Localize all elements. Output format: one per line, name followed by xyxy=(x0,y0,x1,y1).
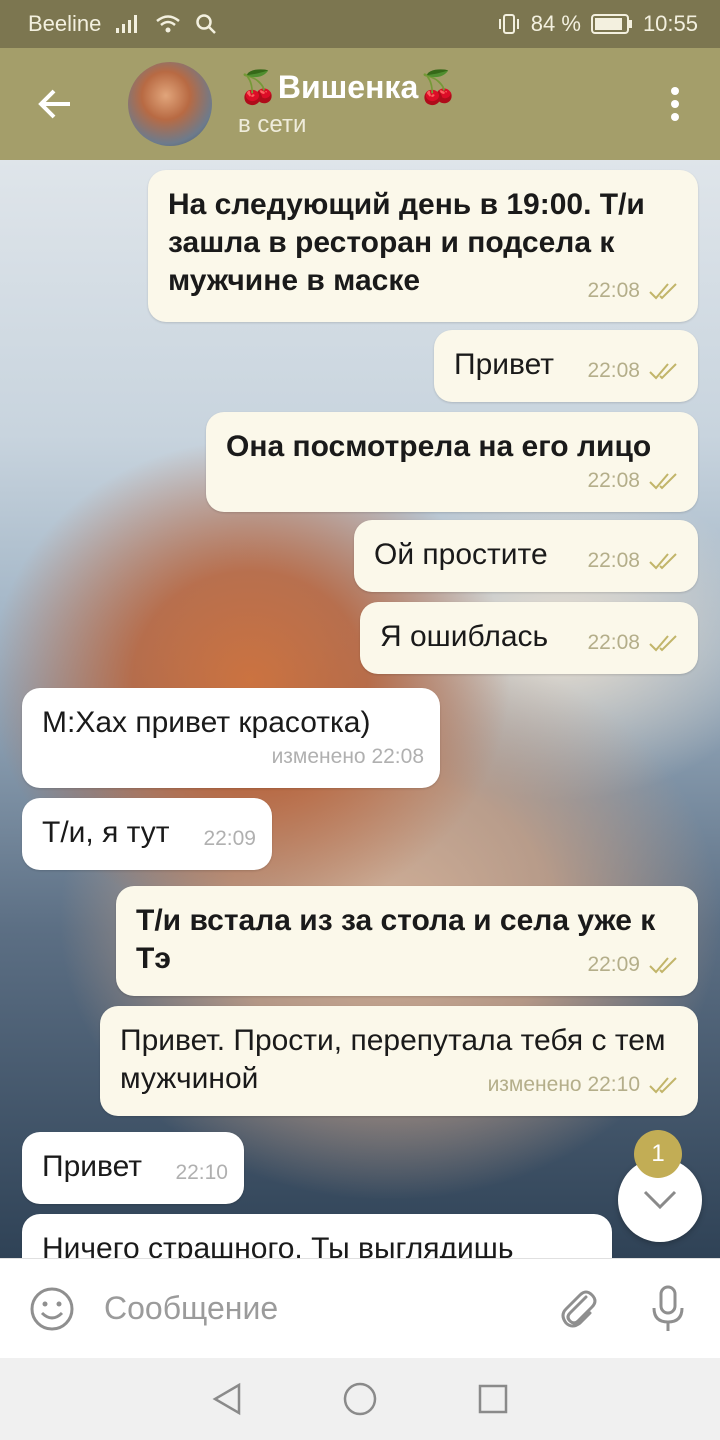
message-bubble-outgoing[interactable]: Я ошиблась 22:08 xyxy=(360,602,698,674)
message-time: 22:10 xyxy=(175,1161,228,1184)
message-bubble-incoming[interactable]: Привет 22:10 xyxy=(22,1132,244,1204)
avatar[interactable] xyxy=(128,62,212,146)
more-vertical-icon xyxy=(671,87,679,121)
message-time: 22:08 xyxy=(587,359,640,382)
message-bubble-outgoing[interactable]: Привет 22:08 xyxy=(434,330,698,402)
nav-recents-button[interactable] xyxy=(463,1369,523,1429)
carrier-label: Beeline xyxy=(28,11,102,36)
message-time: 22:08 xyxy=(587,279,640,302)
nav-home-button[interactable] xyxy=(330,1369,390,1429)
search-icon xyxy=(195,13,217,35)
attach-button[interactable] xyxy=(548,1285,608,1333)
unread-count-badge: 1 xyxy=(634,1130,682,1178)
message-time: 22:09 xyxy=(203,827,256,850)
back-button[interactable] xyxy=(0,48,110,160)
read-checks-icon xyxy=(648,281,682,301)
chat-online-status: в сети xyxy=(238,111,307,138)
message-bubble-outgoing[interactable]: Она посмотрела на его лицо 22:08 xyxy=(206,412,698,512)
read-checks-icon xyxy=(648,633,682,653)
battery-percent: 84 % xyxy=(530,11,581,36)
chevron-down-icon xyxy=(643,1190,677,1210)
message-time: изменено 22:10 xyxy=(487,1073,640,1096)
system-navigation-bar xyxy=(0,1358,720,1440)
message-text: Ничего страшного. Ты выглядишь xyxy=(42,1232,514,1258)
chat-message-list[interactable]: На следующий день в 19:00. Т/и зашла в р… xyxy=(0,160,720,1258)
microphone-icon xyxy=(652,1285,684,1331)
message-bubble-incoming[interactable]: М:Хах привет красотка) изменено 22:08 xyxy=(22,688,440,788)
message-bubble-outgoing[interactable]: Ой простите 22:08 xyxy=(354,520,698,592)
chat-header: 🍒Вишенка🍒 в сети xyxy=(0,48,720,160)
battery-icon xyxy=(590,13,633,35)
vibrate-icon xyxy=(497,13,521,35)
message-text: М:Хах привет красотка) xyxy=(42,706,371,739)
wifi-icon xyxy=(155,14,181,34)
message-time: 22:09 xyxy=(587,953,640,976)
more-options-button[interactable] xyxy=(630,48,720,160)
read-checks-icon xyxy=(648,551,682,571)
nav-back-button[interactable] xyxy=(197,1369,257,1429)
chat-title-block[interactable]: 🍒Вишенка🍒 в сети xyxy=(238,67,458,141)
message-bubble-outgoing[interactable]: Привет. Прости, перепутала тебя с тем му… xyxy=(100,1006,698,1116)
square-recents-icon xyxy=(479,1384,508,1414)
read-checks-icon xyxy=(648,361,682,381)
message-input-bar xyxy=(0,1258,720,1358)
triangle-back-icon xyxy=(212,1382,240,1416)
message-bubble-outgoing[interactable]: На следующий день в 19:00. Т/и зашла в р… xyxy=(148,170,698,322)
smiley-icon xyxy=(30,1287,74,1330)
read-checks-icon xyxy=(648,471,682,491)
message-time: 22:08 xyxy=(587,549,640,572)
chat-title: 🍒Вишенка🍒 xyxy=(238,69,459,105)
paperclip-icon xyxy=(561,1290,597,1327)
signal-icon xyxy=(115,14,141,34)
circle-home-icon xyxy=(343,1382,377,1416)
message-text: Она посмотрела на его лицо xyxy=(226,430,652,463)
status-bar: Beeline 84 % 10:55 xyxy=(0,0,720,48)
message-time: 22:08 xyxy=(587,631,640,654)
message-bubble-outgoing[interactable]: Т/и встала из за стола и села уже к Тэ 2… xyxy=(116,886,698,996)
emoji-button[interactable] xyxy=(0,1285,104,1333)
voice-record-button[interactable] xyxy=(638,1284,698,1334)
message-time: изменено 22:08 xyxy=(271,745,424,768)
arrow-left-icon xyxy=(38,89,70,119)
message-bubble-incoming[interactable]: Т/и, я тут 22:09 xyxy=(22,798,272,870)
message-time: 22:08 xyxy=(587,469,640,492)
read-checks-icon xyxy=(648,1075,682,1095)
message-bubble-incoming[interactable]: Ничего страшного. Ты выглядишь xyxy=(22,1214,612,1258)
clock: 10:55 xyxy=(642,11,698,36)
read-checks-icon xyxy=(648,955,682,975)
message-input[interactable] xyxy=(104,1290,548,1327)
